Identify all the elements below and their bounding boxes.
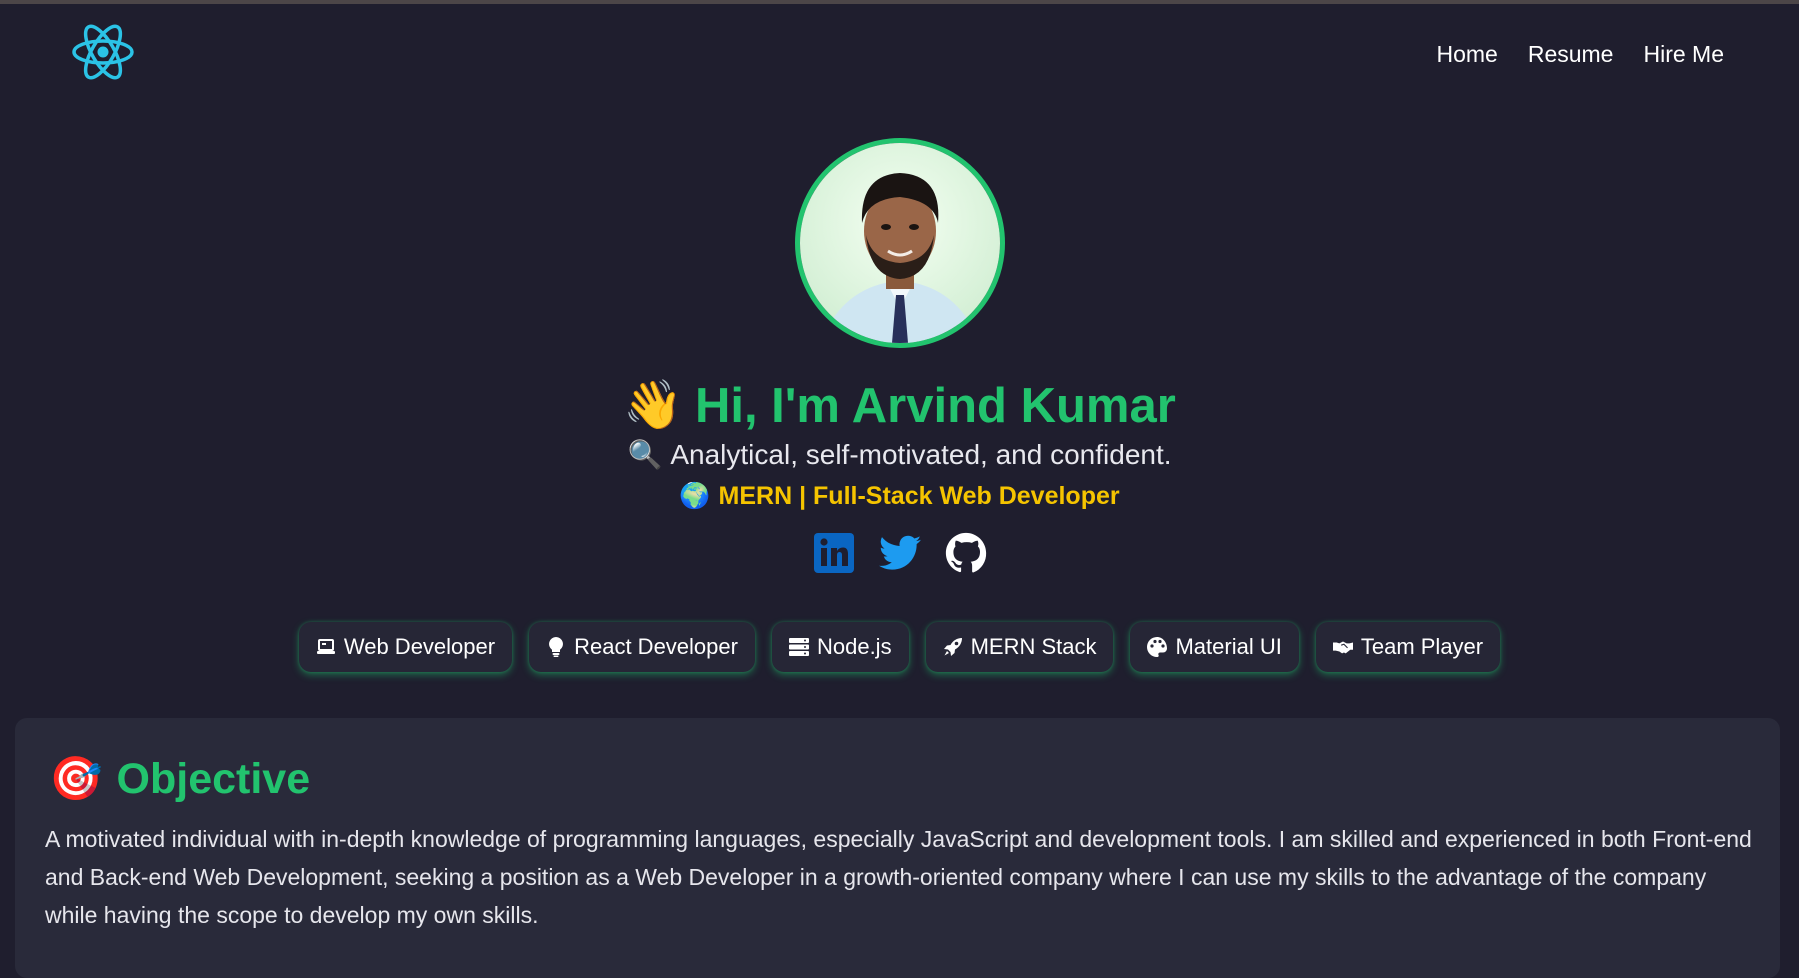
chip-react-developer[interactable]: React Developer: [529, 622, 755, 672]
chip-label: MERN Stack: [970, 634, 1097, 659]
linkedin-icon[interactable]: [813, 532, 855, 574]
handshake-icon: [1332, 637, 1353, 657]
magnifier-icon: 🔍: [627, 439, 663, 470]
skill-chips: Web Developer React Developer Node.js ME…: [0, 622, 1799, 672]
navbar: Home Resume Hire Me: [0, 4, 1799, 100]
greeting-text: Hi, I'm Arvind Kumar: [694, 379, 1176, 433]
chip-label: React Developer: [574, 634, 738, 659]
server-icon: [788, 637, 809, 657]
direct-hit-target-icon: 🎯: [49, 755, 103, 803]
tagline-text: Analytical, self-motivated, and confiden…: [670, 439, 1172, 470]
hero-section: 👋 Hi, I'm Arvind Kumar 🔍 Analytical, sel…: [0, 138, 1799, 574]
chip-label: Material UI: [1175, 634, 1282, 659]
nav-home[interactable]: Home: [1436, 40, 1497, 68]
lightbulb-icon: [546, 637, 566, 657]
chip-label: Node.js: [816, 634, 892, 659]
nav-links: Home Resume Hire Me: [1436, 40, 1724, 68]
chip-mern-stack[interactable]: MERN Stack: [925, 622, 1114, 672]
nav-hire-me[interactable]: Hire Me: [1643, 40, 1724, 68]
greeting-heading: 👋 Hi, I'm Arvind Kumar: [0, 378, 1799, 434]
globe-icon: 🌍: [679, 482, 711, 510]
nav-resume[interactable]: Resume: [1528, 40, 1614, 68]
twitter-icon[interactable]: [878, 532, 921, 574]
objective-heading: 🎯 Objective: [49, 754, 310, 804]
chip-nodejs[interactable]: Node.js: [771, 622, 909, 672]
rocket-icon: [943, 637, 963, 657]
objective-title: Objective: [116, 755, 311, 803]
chip-team-player[interactable]: Team Player: [1315, 622, 1501, 672]
chip-material-ui[interactable]: Material UI: [1130, 622, 1299, 672]
role-line: 🌍 MERN | Full-Stack Web Developer: [0, 478, 1799, 514]
chip-label: Team Player: [1360, 634, 1484, 659]
chip-label: Web Developer: [343, 634, 496, 659]
chip-web-developer[interactable]: Web Developer: [298, 622, 513, 672]
social-links: [0, 532, 1799, 574]
waving-hand-icon: 👋: [623, 379, 683, 432]
react-atom-icon[interactable]: [70, 22, 136, 82]
objective-card: 🎯 Objective A motivated individual with …: [15, 718, 1780, 978]
objective-text: A motivated individual with in-depth kno…: [45, 826, 1752, 928]
avatar: [794, 138, 1005, 348]
role-text: MERN | Full-Stack Web Developer: [718, 482, 1120, 510]
github-icon[interactable]: [945, 532, 987, 574]
laptop-icon: [316, 637, 336, 657]
tagline: 🔍 Analytical, self-motivated, and confid…: [0, 436, 1799, 474]
palette-icon: [1147, 637, 1168, 657]
